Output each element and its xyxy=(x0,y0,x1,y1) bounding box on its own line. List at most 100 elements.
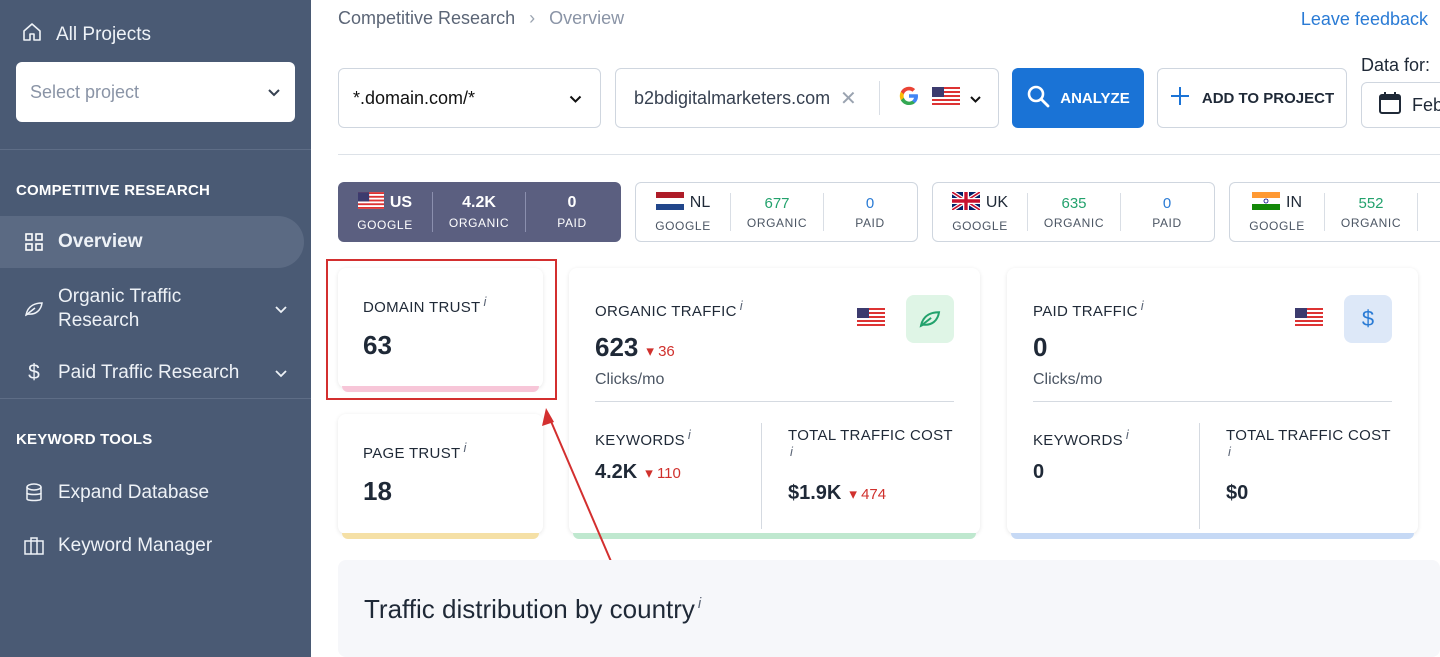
tab-country-cell: 0 PAID xyxy=(526,182,618,242)
briefcase-icon xyxy=(22,537,46,555)
analyze-button[interactable]: ANALYZE xyxy=(1012,68,1144,128)
plus-icon xyxy=(1170,86,1190,110)
us-flag-icon xyxy=(357,192,384,214)
paid-keywords-count: 0 xyxy=(1162,194,1172,212)
organic-traffic-delta: 36 xyxy=(658,343,675,360)
country-code: IN xyxy=(1286,194,1302,211)
organic-keywords-count: 552 xyxy=(1358,194,1384,212)
tab-country-us[interactable]: US GOOGLE 4.2K ORGANIC 0 PAID xyxy=(338,182,621,242)
google-icon[interactable] xyxy=(898,85,920,112)
paid-cost-label: TOTAL TRAFFIC COST xyxy=(1226,427,1391,444)
dollar-icon: $ xyxy=(1344,295,1392,343)
breadcrumb: Competitive Research › Overview xyxy=(338,8,624,29)
clear-icon[interactable]: ✕ xyxy=(840,86,857,111)
engine-label: GOOGLE xyxy=(1249,218,1305,233)
tab-country-cell: 677 ORGANIC xyxy=(731,183,823,241)
add-to-project-label: ADD TO PROJECT xyxy=(1201,89,1335,107)
info-icon[interactable]: i xyxy=(740,298,743,313)
tab-country-cell: US GOOGLE xyxy=(338,182,432,242)
organic-traffic-card: ORGANIC TRAFFIC i 623 ▾ 36 Clicks/mo KEYWO… xyxy=(569,268,980,539)
card-divider xyxy=(1199,423,1200,529)
organic-traffic-label: ORGANIC TRAFFIC xyxy=(595,303,737,320)
sidebar-item-label: Expand Database xyxy=(58,482,210,503)
project-select[interactable]: Select project xyxy=(16,62,295,122)
organic-keywords-count: 677 xyxy=(764,194,790,212)
sidebar-divider xyxy=(0,149,311,150)
domain-mode-select[interactable]: *.domain.com/* xyxy=(338,68,601,128)
add-to-project-button[interactable]: ADD TO PROJECT xyxy=(1157,68,1347,128)
grid-icon xyxy=(22,233,46,251)
sidebar: All Projects Select project COMPETITIVE … xyxy=(0,0,311,657)
organic-traffic-unit: Clicks/mo xyxy=(595,371,665,388)
card-divider xyxy=(595,401,954,402)
paid-keywords-label: KEYWORDS xyxy=(1033,432,1123,449)
chevron-down-icon[interactable] xyxy=(970,88,981,109)
paid-traffic-card: PAID TRAFFIC i $ 0 Clicks/mo KEYWORDS i 0 … xyxy=(1007,268,1418,539)
sidebar-item-overview[interactable]: Overview xyxy=(0,216,304,268)
sidebar-item-label: Overview xyxy=(58,231,143,252)
sidebar-item-label: Research xyxy=(58,310,140,331)
tab-country-cell: UK GOOGLE xyxy=(933,183,1027,241)
organic-label: ORGANIC xyxy=(448,216,510,230)
date-value: Feb xyxy=(1412,94,1440,115)
domain-search-field[interactable]: b2bdigitalmarketers.com ✕ xyxy=(615,68,999,128)
analyze-label: ANALYZE xyxy=(1060,89,1130,107)
sidebar-item-organic-traffic[interactable]: Organic Traffic Research xyxy=(0,284,311,334)
paid-label: PAID xyxy=(855,215,885,230)
all-projects-link[interactable]: All Projects xyxy=(22,22,151,48)
sidebar-item-label: Paid Traffic Research xyxy=(58,362,240,383)
country-code: NL xyxy=(689,194,711,211)
leave-feedback-link[interactable]: Leave feedback xyxy=(1301,9,1428,30)
us-flag-icon[interactable] xyxy=(931,86,960,110)
dollar-icon: $ xyxy=(28,361,40,384)
domain-search-input[interactable]: b2bdigitalmarketers.com xyxy=(634,88,840,109)
info-icon[interactable]: i xyxy=(1141,298,1144,313)
card-divider xyxy=(761,423,762,529)
us-flag-icon xyxy=(857,308,885,331)
organic-cost-label-wrap: TOTAL TRAFFIC COST i xyxy=(788,427,953,466)
sidebar-item-label: Keyword Manager xyxy=(58,535,213,556)
info-icon[interactable]: i xyxy=(698,595,701,612)
breadcrumb-separator: › xyxy=(529,8,536,28)
country-code: US xyxy=(389,194,413,211)
paid-keywords-count: 0 xyxy=(865,194,875,212)
paid-traffic-value: 0 xyxy=(1033,332,1048,362)
organic-keywords-delta: 110 xyxy=(656,465,681,482)
sidebar-item-expand-database[interactable]: Expand Database xyxy=(0,480,311,506)
tab-divider xyxy=(1417,193,1418,231)
info-icon[interactable]: i xyxy=(463,440,466,455)
annotation-arrow xyxy=(542,408,614,567)
paid-keywords-count: 0 xyxy=(567,194,577,211)
breadcrumb-parent[interactable]: Competitive Research xyxy=(338,8,515,29)
card-accent-bar xyxy=(1011,533,1414,539)
organic-keywords-count: 635 xyxy=(1061,194,1087,212)
card-divider xyxy=(1033,401,1392,402)
tab-country-cell: 552 ORGANIC xyxy=(1325,183,1417,241)
info-icon[interactable]: i xyxy=(1126,427,1129,442)
sidebar-item-paid-traffic[interactable]: $ Paid Traffic Research xyxy=(0,360,311,386)
organic-cost-delta: 474 xyxy=(861,486,887,503)
organic-cost-value: $1.9K xyxy=(788,482,842,504)
engine-label: GOOGLE xyxy=(952,218,1008,233)
calendar-icon xyxy=(1378,91,1402,120)
sidebar-item-keyword-manager[interactable]: Keyword Manager xyxy=(0,533,311,559)
info-icon[interactable]: i xyxy=(1228,444,1231,459)
breadcrumb-current: Overview xyxy=(549,8,625,28)
database-icon xyxy=(22,483,46,503)
organic-label: ORGANIC xyxy=(746,215,808,230)
project-select-placeholder: Select project xyxy=(30,81,140,102)
tab-country-uk[interactable]: UK GOOGLE 635 ORGANIC 0 PAID xyxy=(932,182,1215,242)
paid-traffic-unit: Clicks/mo xyxy=(1033,371,1103,388)
search-icon xyxy=(1026,84,1050,112)
tab-country-in[interactable]: IN GOOGLE 552 ORGANIC xyxy=(1229,182,1440,242)
nl-flag-icon xyxy=(655,191,684,215)
info-icon[interactable]: i xyxy=(688,427,691,442)
date-picker[interactable]: Feb xyxy=(1361,82,1440,128)
engine-label: GOOGLE xyxy=(357,218,413,232)
organic-keywords-count: 4.2K xyxy=(462,194,496,211)
paid-cost-value: $0 xyxy=(1226,482,1249,504)
info-icon[interactable]: i xyxy=(790,444,793,459)
tab-country-cell: IN GOOGLE xyxy=(1230,183,1324,241)
paid-cost-label-wrap: TOTAL TRAFFIC COST i xyxy=(1226,427,1391,466)
tab-country-nl[interactable]: NL GOOGLE 677 ORGANIC 0 PAID xyxy=(635,182,918,242)
